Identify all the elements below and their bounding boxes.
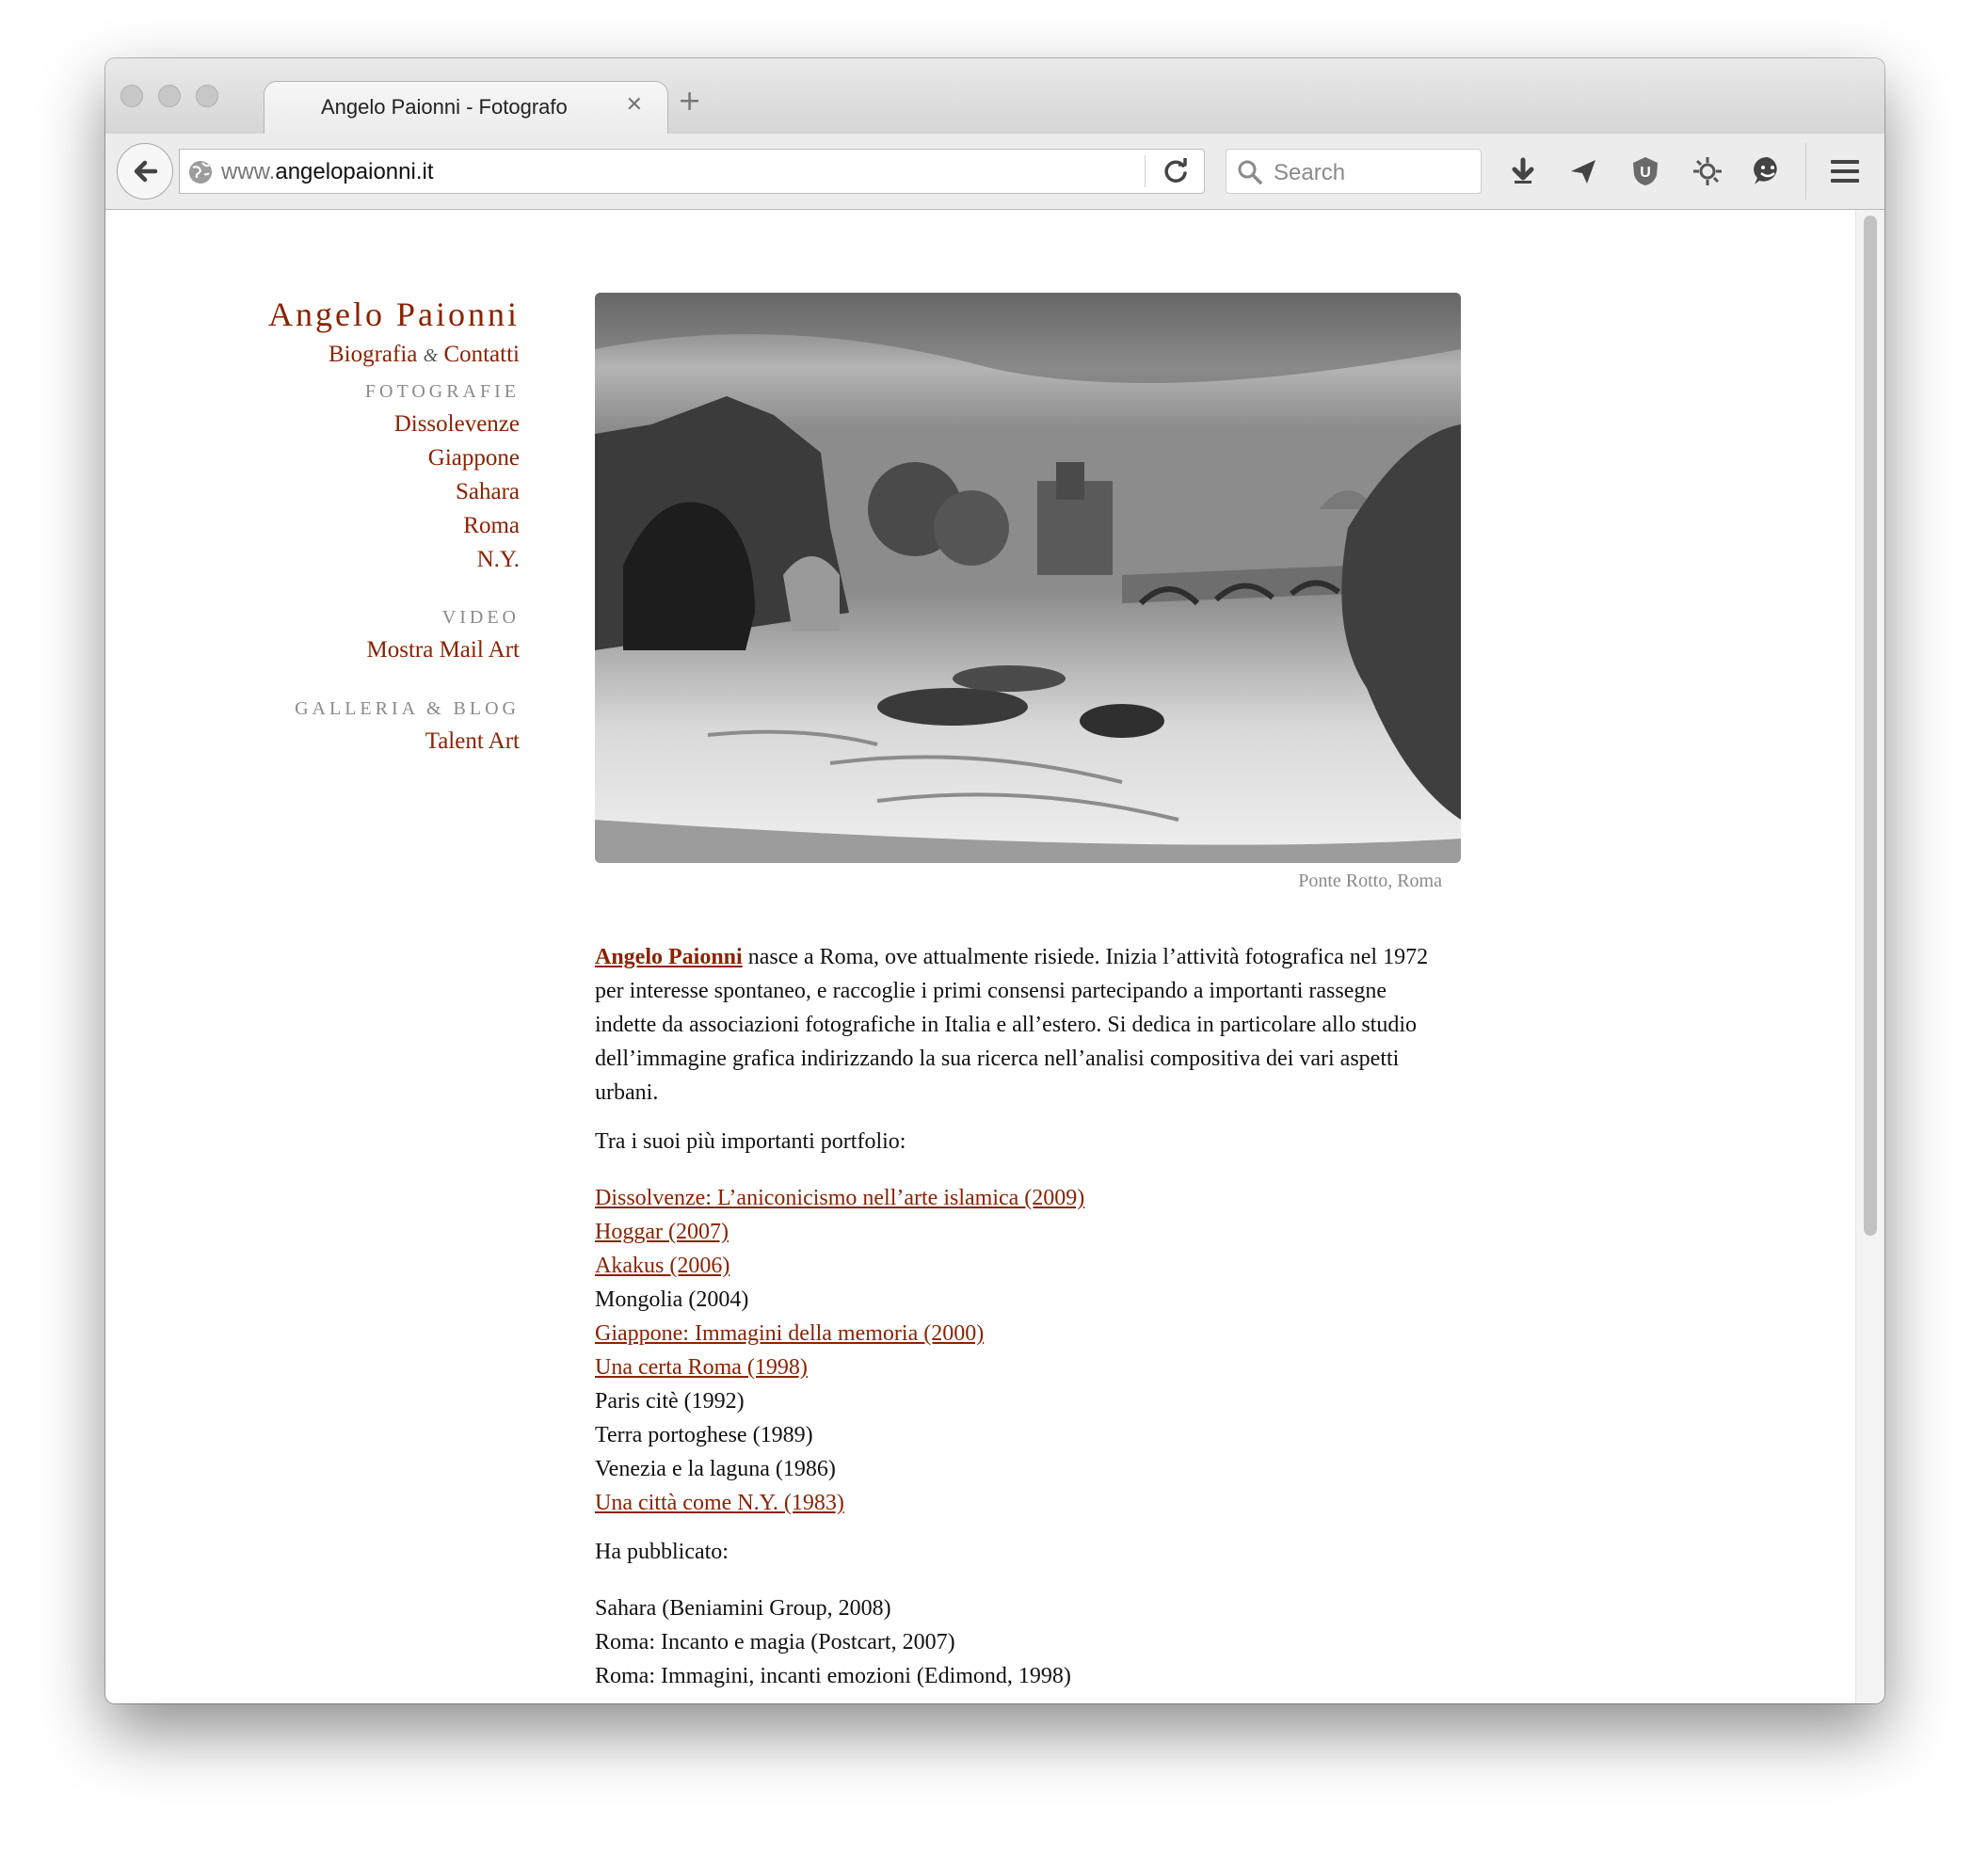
- hero-photo: [595, 293, 1461, 863]
- sidebar-item-talent-art[interactable]: Talent Art: [425, 728, 520, 755]
- ublock-icon[interactable]: U: [1625, 151, 1666, 192]
- sidebar-item-ny[interactable]: N.Y.: [477, 547, 520, 573]
- close-tab-icon[interactable]: ✕: [626, 93, 643, 117]
- bio-contacts-link[interactable]: Biografia & Contatti: [329, 342, 520, 368]
- portfolio-item: Terra portoghese (1989): [595, 1423, 813, 1447]
- svg-text:U: U: [1640, 165, 1651, 181]
- published-item: Roma: Incanto e magia (Postcart, 2007): [595, 1630, 955, 1654]
- scrollbar-thumb[interactable]: [1864, 216, 1877, 1236]
- portfolio-item: Venezia e la laguna (1986): [595, 1457, 836, 1481]
- portfolio-item-link[interactable]: Hoggar (2007): [595, 1215, 1084, 1249]
- bio-link[interactable]: Biografia: [329, 342, 417, 367]
- tab-active[interactable]: Angelo Paionni - Fotografo ✕: [264, 81, 668, 136]
- tab-title: Angelo Paionni - Fotografo: [321, 95, 568, 119]
- toolbar-divider: [1805, 143, 1806, 200]
- browser-window: Angelo Paionni - Fotografo ✕ + www.angel…: [105, 58, 1884, 1703]
- back-button[interactable]: [117, 143, 173, 200]
- portfolio-list: Dissolvenze: L’aniconicismo nell’arte is…: [595, 1181, 1084, 1520]
- navigation-toolbar: www.angelopaionni.it Search U: [105, 134, 1884, 210]
- send-icon[interactable]: [1563, 151, 1604, 192]
- intro-paragraph: Angelo Paionni nasce a Roma, ove attualm…: [595, 940, 1442, 1110]
- site-title[interactable]: Angelo Paionni: [268, 295, 520, 334]
- portfolio-item: Paris citè (1992): [595, 1389, 745, 1414]
- portfolio-item-link[interactable]: Una certa Roma (1998): [595, 1351, 1084, 1384]
- published-item: Roma: Immagini, incanti emozioni (Edimon…: [595, 1664, 1071, 1688]
- url-text[interactable]: www.angelopaionni.it: [221, 159, 433, 185]
- search-bar[interactable]: Search: [1226, 149, 1482, 194]
- close-window-button[interactable]: [120, 85, 143, 107]
- portfolio-item-link[interactable]: Giappone: Immagini della memoria (2000): [595, 1317, 1084, 1351]
- minimize-window-button[interactable]: [158, 85, 181, 107]
- sidebar-item-roma[interactable]: Roma: [463, 513, 520, 539]
- menu-icon[interactable]: [1824, 151, 1866, 192]
- url-separator: [1145, 155, 1146, 187]
- portfolio-heading: Tra i suoi più importanti portfolio:: [595, 1129, 906, 1154]
- search-icon: [1238, 160, 1262, 184]
- search-input[interactable]: Search: [1274, 160, 1345, 186]
- sidebar-item-dissolevenze[interactable]: Dissolevenze: [394, 411, 520, 438]
- sidebar-item-giappone[interactable]: Giappone: [428, 445, 520, 471]
- vertical-scrollbar[interactable]: [1855, 210, 1884, 1703]
- portfolio-item-link[interactable]: Dissolvenze: L’aniconicismo nell’arte is…: [595, 1181, 1084, 1215]
- sidebar-item-mostra-mail-art[interactable]: Mostra Mail Art: [367, 637, 521, 663]
- portfolio-item-link[interactable]: Akakus (2006): [595, 1249, 1084, 1283]
- globe-icon[interactable]: [187, 159, 214, 185]
- chat-icon[interactable]: [1747, 151, 1788, 192]
- ponte-rotto-illustration: [595, 293, 1461, 863]
- portfolio-item-link[interactable]: Una città come N.Y. (1983): [595, 1486, 1084, 1520]
- published-list: Sahara (Beniamini Group, 2008) Roma: Inc…: [595, 1591, 1071, 1693]
- download-icon[interactable]: [1502, 151, 1544, 192]
- photo-caption: Ponte Rotto, Roma: [1298, 871, 1442, 891]
- reload-icon[interactable]: [1161, 156, 1191, 186]
- published-heading: Ha pubblicato:: [595, 1540, 729, 1564]
- video-heading: VIDEO: [441, 607, 520, 628]
- zoom-window-button[interactable]: [196, 85, 218, 107]
- url-bar[interactable]: www.angelopaionni.it: [179, 149, 1205, 194]
- tab-bar: Angelo Paionni - Fotografo ✕ +: [105, 58, 1884, 136]
- contacts-link[interactable]: Contatti: [443, 342, 520, 367]
- back-arrow-icon: [134, 160, 158, 183]
- new-tab-icon[interactable]: +: [678, 85, 701, 118]
- ampersand: &: [423, 345, 439, 366]
- fotografie-heading: FOTOGRAFIE: [364, 381, 520, 402]
- sidebar-item-sahara[interactable]: Sahara: [456, 479, 520, 505]
- galleria-blog-heading: GALLERIA & BLOG: [295, 698, 520, 719]
- extension-icon[interactable]: [1687, 151, 1728, 192]
- portfolio-item: Mongolia (2004): [595, 1287, 749, 1312]
- published-item: Sahara (Beniamini Group, 2008): [595, 1596, 891, 1621]
- page-content: Angelo Paionni Biografia & Contatti FOTO…: [105, 210, 1856, 1703]
- intro-name-link[interactable]: Angelo Paionni: [595, 945, 743, 969]
